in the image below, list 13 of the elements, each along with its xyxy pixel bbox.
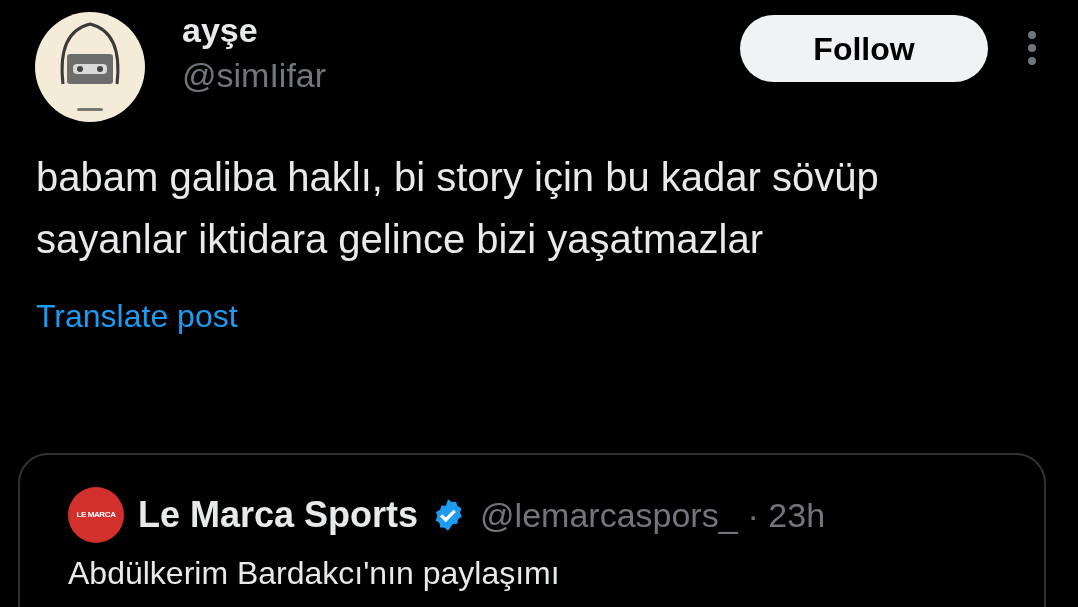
author-name[interactable]: ayşe (182, 12, 327, 48)
follow-button[interactable]: Follow (740, 15, 988, 82)
quoted-author-name: Le Marca Sports (138, 493, 419, 537)
cassette-avatar-icon (35, 12, 145, 122)
post-time: · 23h (747, 494, 826, 536)
author-handle[interactable]: @simIifar (182, 54, 327, 96)
quoted-author-handle: @lemarcaspors_ (480, 494, 738, 536)
post-text: babam galiba haklı, bi story için bu kadar sövüp sayanlar iktidara gelince bizi yaşatmazlar (36, 154, 880, 263)
quoted-post-text: Abdülkerim Bardakcı'nın paylaşımı (68, 554, 561, 593)
logo-badge: LE MARCA (68, 487, 124, 543)
quoted-post-card[interactable]: LE MARCA Le Marca Sports @lemarcaspors_ · 23h Abdülkerim Bardakcı'nın paylaşımı (18, 453, 1046, 607)
translate-post-link[interactable]: Translate post (36, 296, 238, 336)
more-options-icon[interactable] (1026, 30, 1038, 66)
